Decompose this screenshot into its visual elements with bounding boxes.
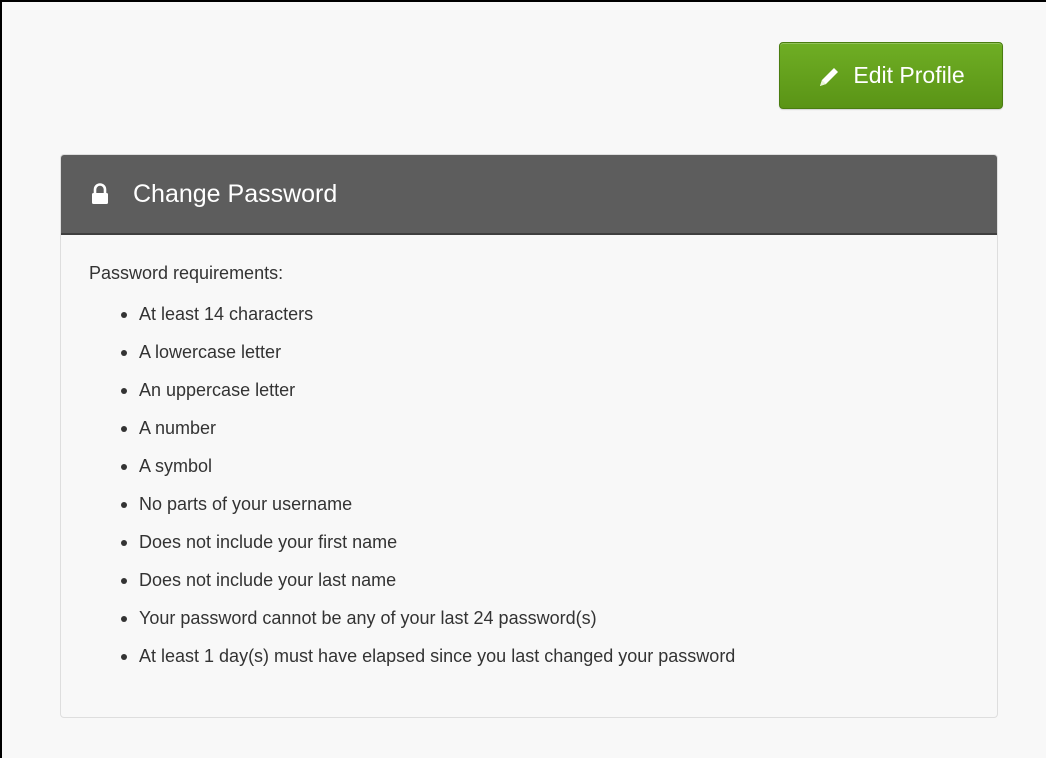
- list-item: A number: [121, 416, 997, 440]
- edit-profile-button[interactable]: Edit Profile: [779, 42, 1003, 109]
- list-item: A lowercase letter: [121, 340, 997, 364]
- change-password-panel: Change Password Password requirements: A…: [60, 154, 998, 718]
- list-item: No parts of your username: [121, 492, 997, 516]
- panel-header: Change Password: [61, 155, 997, 235]
- list-item: An uppercase letter: [121, 378, 997, 402]
- pencil-icon: [820, 67, 839, 86]
- list-item: At least 14 characters: [121, 302, 997, 326]
- list-item: Does not include your last name: [121, 568, 997, 592]
- edit-profile-label: Edit Profile: [853, 62, 965, 88]
- list-item: Does not include your first name: [121, 530, 997, 554]
- list-item: At least 1 day(s) must have elapsed sinc…: [121, 644, 997, 668]
- page-frame: Edit Profile Change Password Password re…: [0, 0, 1046, 758]
- panel-title: Change Password: [133, 179, 338, 208]
- list-item: A symbol: [121, 454, 997, 478]
- requirements-list: At least 14 characters A lowercase lette…: [89, 302, 997, 668]
- requirements-intro: Password requirements:: [89, 263, 284, 283]
- panel-body: Password requirements: At least 14 chara…: [61, 235, 997, 668]
- list-item: Your password cannot be any of your last…: [121, 606, 997, 630]
- lock-icon: [92, 183, 108, 204]
